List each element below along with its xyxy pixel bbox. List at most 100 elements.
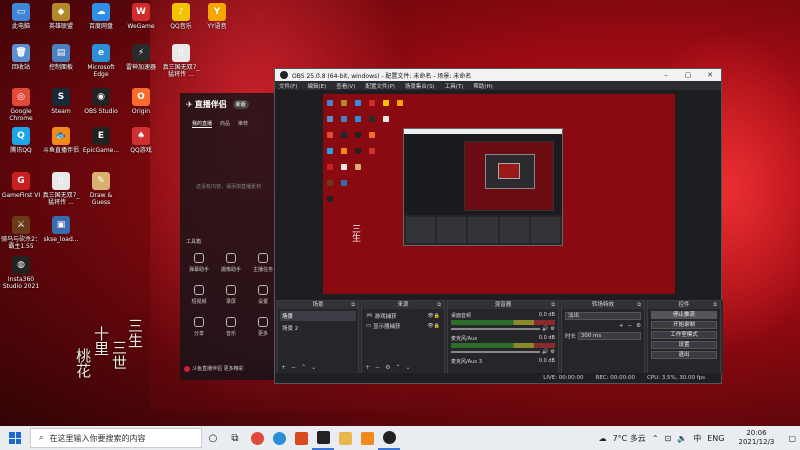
desktop-icon[interactable]: S Steam <box>40 88 82 115</box>
desktop-icon[interactable]: 🗑 回收站 <box>0 44 42 71</box>
menu-help[interactable]: 帮助(H) <box>473 82 492 90</box>
desktop-icon[interactable]: 🐟 斗鱼直播伴侣 <box>40 127 82 154</box>
add-transition-icon[interactable]: + <box>619 323 624 329</box>
desktop-icon[interactable]: Y YY语音 <box>196 3 238 30</box>
chrome-icon[interactable] <box>246 426 268 450</box>
chevron-up-icon[interactable]: ⌃ <box>652 434 659 443</box>
obs-taskbar-icon[interactable] <box>378 426 400 450</box>
undock-icon[interactable]: ⧉ <box>351 301 355 309</box>
obs-titlebar[interactable]: OBS 25.0.8 (64-bit, windows) - 配置文件: 未命名… <box>275 69 721 81</box>
studio-mode-button[interactable]: 工作室模式 <box>651 331 717 339</box>
folder-icon[interactable] <box>334 426 356 450</box>
weather-text[interactable]: 7°C 多云 <box>613 433 646 444</box>
tool-share[interactable]: 分享 <box>186 317 212 337</box>
speaker-icon[interactable]: 🔈 <box>677 434 687 443</box>
close-button[interactable]: ✕ <box>699 71 721 79</box>
desktop-icon[interactable]: O Origin <box>120 88 162 115</box>
tab-my-live[interactable]: 我的直播 <box>192 120 213 128</box>
douyu-companion-taskbar-icon[interactable] <box>356 426 378 450</box>
weather-icon[interactable]: ☁ <box>599 434 607 443</box>
ime-indicator[interactable]: 中 <box>693 433 701 444</box>
add-source-icon[interactable]: + <box>365 364 370 371</box>
tool-record[interactable]: 录屏 <box>218 285 244 305</box>
scene-item[interactable]: 场景 2 <box>280 323 356 333</box>
menu-profile[interactable]: 配置文件(P) <box>365 82 395 90</box>
desktop-icon[interactable]: ✎ Draw & Guess <box>80 172 122 206</box>
move-up-icon[interactable]: ⌃ <box>301 364 306 371</box>
move-down-icon[interactable]: ⌄ <box>405 364 410 371</box>
desktop-icon[interactable]: W WeGame <box>120 3 162 30</box>
move-down-icon[interactable]: ⌄ <box>311 364 316 371</box>
desktop-icon[interactable]: ⚔ 骑马与砍杀2：霸主1.55 <box>0 216 42 250</box>
undock-icon[interactable]: ⧉ <box>713 301 717 309</box>
network-icon[interactable]: ⊡ <box>665 434 672 443</box>
desktop-icon[interactable]: ♠ QQ游戏 <box>120 127 162 154</box>
obs-preview[interactable]: 三生 <box>323 94 675 294</box>
volume-slider[interactable] <box>451 328 541 330</box>
desktop-icon[interactable]: ◍ Insta360 Studio 2021 <box>0 256 42 290</box>
desktop-icon[interactable]: E EpicGame... <box>80 127 122 154</box>
desktop-icon[interactable]: ▣ skse_load... <box>40 216 82 243</box>
menu-scene-collection[interactable]: 场景集合(S) <box>405 82 435 90</box>
minimize-button[interactable]: – <box>655 71 677 79</box>
tab-recommend[interactable]: 推荐 <box>238 120 248 128</box>
notification-icon[interactable]: ▢ <box>788 434 796 443</box>
menu-tools[interactable]: 工具(T) <box>445 82 464 90</box>
move-up-icon[interactable]: ⌃ <box>395 364 400 371</box>
transition-select[interactable]: 淡出 <box>565 312 641 320</box>
desktop-icon[interactable]: ◎ Google Chrome <box>0 88 42 122</box>
desktop-icon[interactable]: e Microsoft Edge <box>80 44 122 78</box>
clock[interactable]: 20:06 2021/12/3 <box>730 429 782 447</box>
desktop-icon[interactable]: Q 腾讯QQ <box>0 127 42 154</box>
desktop-icon[interactable]: ◉ OBS Studio <box>80 88 122 115</box>
start-recording-button[interactable]: 开始录制 <box>651 321 717 329</box>
source-item[interactable]: ▭ 显示器捕获 👁🔒 <box>364 321 442 331</box>
tool-tasks[interactable]: 主播任务 <box>250 253 276 273</box>
tab-goods[interactable]: 商品 <box>220 120 230 128</box>
desktop-icon[interactable]: ⚡ 雷神加速器 <box>120 44 162 71</box>
speaker-icon[interactable]: 🔊 <box>542 326 548 332</box>
source-item[interactable]: 🎮 游戏捕获 👁🔒 <box>364 311 442 321</box>
cortana-icon[interactable]: ○ <box>202 426 224 450</box>
settings-button[interactable]: 设置 <box>651 341 717 349</box>
tool-camera[interactable]: 摄像助手 <box>218 253 244 273</box>
start-button[interactable] <box>0 426 30 450</box>
gear-icon[interactable]: ⚙ <box>551 349 555 355</box>
stop-streaming-button[interactable]: 停止推流 <box>651 311 717 319</box>
maximize-button[interactable]: ▢ <box>677 71 699 79</box>
desktop-icon[interactable]: ▤ 控制面板 <box>40 44 82 71</box>
language-indicator[interactable]: ENG <box>707 434 724 443</box>
remove-scene-icon[interactable]: − <box>291 364 296 371</box>
duration-input[interactable]: 300 ms <box>577 332 641 340</box>
undock-icon[interactable]: ⧉ <box>637 301 641 309</box>
visibility-eye-icon[interactable]: 👁🔒 <box>427 313 440 319</box>
menu-view[interactable]: 查看(V) <box>336 82 355 90</box>
desktop-icon[interactable]: G GameFirst VI <box>0 172 42 199</box>
speaker-icon[interactable]: 🔊 <box>542 349 548 355</box>
gear-icon[interactable]: ⚙ <box>636 323 641 329</box>
tool-short-video[interactable]: 短视频 <box>186 285 212 305</box>
gear-icon[interactable]: ⚙ <box>551 326 555 332</box>
remove-source-icon[interactable]: − <box>375 364 380 371</box>
menu-edit[interactable]: 编辑(E) <box>307 82 326 90</box>
volume-slider[interactable] <box>451 351 541 353</box>
edge-icon[interactable] <box>268 426 290 450</box>
office-icon[interactable] <box>290 426 312 450</box>
task-view-icon[interactable]: ⧉ <box>224 426 246 450</box>
taskbar-search[interactable]: ⌕ 在这里输入你要搜索的内容 <box>30 428 202 448</box>
tool-more[interactable]: 更多 <box>250 317 276 337</box>
desktop-icon[interactable]: ☁ 百度网盘 <box>80 3 122 30</box>
undock-icon[interactable]: ⧉ <box>551 301 555 309</box>
gear-icon[interactable]: ⚙ <box>385 364 390 371</box>
scene-item[interactable]: 场景 <box>280 311 356 321</box>
undock-icon[interactable]: ⧉ <box>437 301 441 309</box>
app-footer[interactable]: 斗鱼直播伴侣 更多精彩 <box>184 365 244 372</box>
exit-button[interactable]: 退出 <box>651 351 717 359</box>
desktop-icon[interactable]: ◆ 英雄联盟 <box>40 3 82 30</box>
visibility-eye-icon[interactable]: 👁🔒 <box>427 323 440 329</box>
menu-file[interactable]: 文件(F) <box>279 82 297 90</box>
tool-danmaku[interactable]: 弹幕助手 <box>186 253 212 273</box>
add-scene-icon[interactable]: + <box>281 364 286 371</box>
tool-settings[interactable]: 设置 <box>250 285 276 305</box>
douyu-taskbar-icon[interactable] <box>312 426 334 450</box>
